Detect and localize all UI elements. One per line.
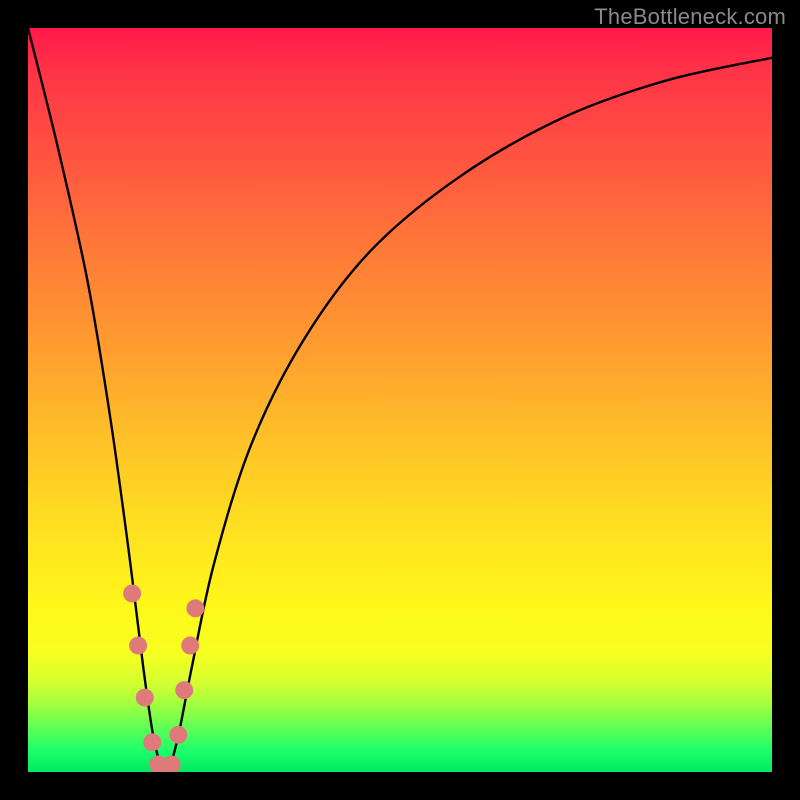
bottleneck-curve	[28, 28, 772, 772]
chart-svg	[28, 28, 772, 772]
highlight-dot	[163, 756, 181, 772]
highlight-dot	[136, 689, 154, 707]
highlight-dot	[143, 733, 161, 751]
highlight-dot	[186, 599, 204, 617]
chart-frame: TheBottleneck.com	[0, 0, 800, 800]
watermark-text: TheBottleneck.com	[594, 4, 786, 30]
highlight-dot	[169, 726, 187, 744]
highlight-dot	[129, 637, 147, 655]
curve-layer	[28, 28, 772, 772]
highlight-dot	[181, 637, 199, 655]
highlight-dot	[175, 681, 193, 699]
plot-area	[28, 28, 772, 772]
highlight-dot	[123, 584, 141, 602]
